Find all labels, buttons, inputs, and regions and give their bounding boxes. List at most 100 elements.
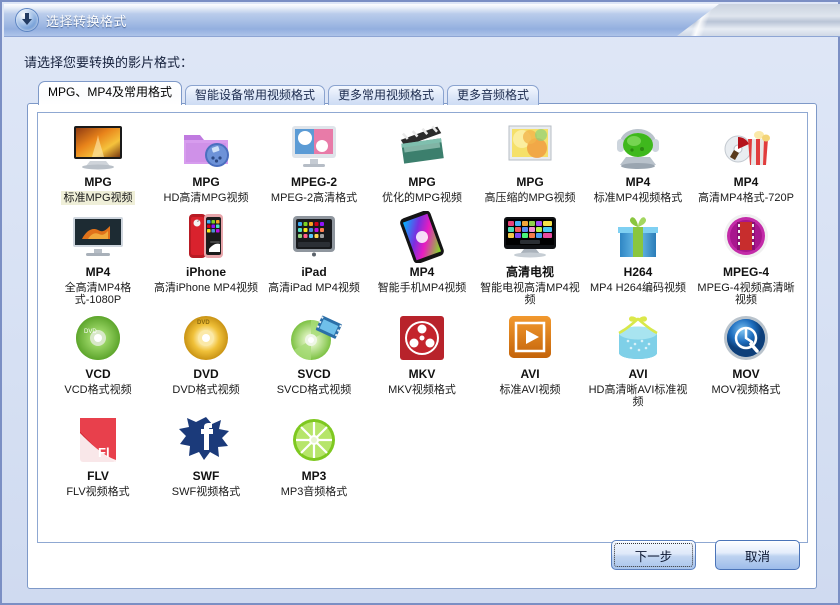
format-item[interactable]: DVD VCD VCD格式视频 — [44, 313, 152, 409]
format-item[interactable]: Fl FLV FLV视频格式 — [44, 415, 152, 499]
format-code: MP4 — [85, 265, 111, 279]
format-item[interactable]: MPEG-2 MPEG-2高清格式 — [260, 121, 368, 205]
format-code: iPhone — [185, 265, 226, 279]
format-description: HD高清晰AVI标准视频 — [588, 384, 688, 408]
format-code: MPG — [192, 175, 220, 189]
format-description: DVD格式视频 — [172, 384, 240, 396]
gold-disc-icon: DVD — [176, 313, 236, 365]
format-description: MKV视频格式 — [388, 384, 456, 396]
format-code: VCD — [85, 367, 111, 381]
format-description: 智能手机MP4视频 — [377, 282, 467, 294]
dialog-window: 选择转换格式 请选择您要转换的影片格式： MPG、MP4及常用格式 智能设备常用视… — [0, 0, 840, 605]
format-code: AVI — [520, 367, 540, 381]
format-code: DVD — [193, 367, 219, 381]
window-title: 选择转换格式 — [46, 14, 128, 29]
format-description: FLV视频格式 — [66, 486, 130, 498]
format-code: FLV — [87, 469, 109, 483]
format-description: 高清iPhone MP4视频 — [154, 282, 258, 294]
clapperboard-icon — [392, 121, 452, 173]
format-description: 标准AVI视频 — [499, 384, 561, 396]
format-description: MOV视频格式 — [711, 384, 781, 396]
format-item[interactable]: MKV MKV视频格式 — [368, 313, 476, 409]
film-circle-icon — [716, 211, 776, 263]
format-description: HD高清MPG视频 — [163, 192, 249, 204]
tab-2[interactable]: 智能设备常用视频格式 — [185, 85, 326, 105]
format-description: SWF视频格式 — [171, 486, 241, 498]
format-item[interactable]: H264 MP4 H264编码视频 — [584, 211, 692, 307]
format-item[interactable]: MP4 标准MP4视频格式 — [584, 121, 692, 205]
smart-tv-icon — [500, 211, 560, 263]
format-description: 标准MPG视频 — [61, 191, 135, 205]
format-code: MP4 — [733, 175, 759, 189]
format-item[interactable]: MP3 MP3音频格式 — [260, 415, 368, 499]
format-item[interactable]: MP4 高清MP4格式-720P — [692, 121, 800, 205]
format-description: VCD格式视频 — [64, 384, 132, 396]
format-item[interactable]: MPEG-4 MPEG-4视频高清晰视频 — [692, 211, 800, 307]
flash-splat-icon — [176, 415, 236, 467]
format-scroll-area[interactable]: MPG 标准MPG视频 MPG HD高清MPG视频 MPEG-2 MPEG-2高清格式 MP… — [37, 112, 808, 543]
green-headphone-icon — [608, 121, 668, 173]
tab-strip: MPG、MP4及常用格式 智能设备常用视频格式 更多常用视频格式 更多音频格式 — [38, 81, 540, 105]
format-description: 标准MP4视频格式 — [593, 192, 683, 204]
format-item[interactable]: MPG 高压缩的MPG视频 — [476, 121, 584, 205]
format-item[interactable]: iPad 高清iPad MP4视频 — [260, 211, 368, 307]
flash-fl-icon: Fl — [68, 415, 128, 467]
format-code: MP4 — [409, 265, 435, 279]
popcorn-disc-icon — [716, 121, 776, 173]
format-code: MPEG-4 — [722, 265, 769, 279]
format-code: SWF — [192, 469, 220, 483]
format-item[interactable]: MPG 标准MPG视频 — [44, 121, 152, 205]
format-item[interactable]: iPhone 高清iPhone MP4视频 — [152, 211, 260, 307]
format-item[interactable]: MP4 全高清MP4格式-1080P — [44, 211, 152, 307]
gift-box-green-icon — [608, 211, 668, 263]
format-description: 优化的MPG视频 — [381, 192, 463, 204]
ipad-icon — [284, 211, 344, 263]
format-code: 高清电视 — [505, 265, 554, 279]
gift-box-blue-icon — [608, 313, 668, 365]
format-panel: MPG 标准MPG视频 MPG HD高清MPG视频 MPEG-2 MPEG-2高清格式 MP… — [27, 103, 817, 589]
format-description: 高清MP4格式-720P — [698, 192, 794, 204]
format-item[interactable]: SWF SWF视频格式 — [152, 415, 260, 499]
format-item[interactable]: MOV MOV视频格式 — [692, 313, 800, 409]
svg-text:DVD: DVD — [84, 329, 97, 335]
format-item[interactable]: DVD DVD DVD格式视频 — [152, 313, 260, 409]
widescreen-tv-icon — [68, 211, 128, 263]
svg-text:Fl: Fl — [98, 445, 110, 460]
format-item[interactable]: MP4 智能手机MP4视频 — [368, 210, 476, 307]
next-button-label: 下一步 — [634, 549, 673, 564]
format-code: AVI — [628, 367, 648, 381]
purple-folder-icon — [176, 121, 236, 173]
iphone-red-icon — [176, 211, 236, 263]
title-bar: 选择转换格式 — [4, 4, 840, 37]
format-description: MP4 H264编码视频 — [590, 282, 686, 294]
tab-1[interactable]: MPG、MP4及常用格式 — [38, 81, 183, 105]
orange-play-icon — [500, 313, 560, 365]
tab-3[interactable]: 更多常用视频格式 — [328, 85, 445, 105]
format-item[interactable]: AVI 标准AVI视频 — [476, 313, 584, 409]
green-disc-icon: DVD — [68, 313, 128, 365]
format-item[interactable]: SVCD SVCD格式视频 — [260, 313, 368, 409]
format-description: 高压缩的MPG视频 — [484, 192, 576, 204]
format-code: MKV — [408, 367, 436, 381]
format-code: MPG — [516, 175, 544, 189]
format-item[interactable]: MPG 优化的MPG视频 — [368, 121, 476, 205]
format-code: MPG — [84, 175, 112, 189]
next-button[interactable]: 下一步 — [611, 540, 696, 570]
format-item[interactable]: 高清电视智能电视高清MP4视频 — [476, 211, 584, 307]
monitor-dots-icon — [284, 121, 344, 173]
format-code: SVCD — [297, 367, 331, 381]
quicktime-icon — [716, 313, 776, 365]
cancel-button[interactable]: 取消 — [715, 540, 800, 570]
prompt-label: 请选择您要转换的影片格式： — [24, 55, 194, 70]
tab-4[interactable]: 更多音频格式 — [447, 85, 540, 105]
format-grid: MPG 标准MPG视频 MPG HD高清MPG视频 MPEG-2 MPEG-2高清格式 MP… — [38, 113, 807, 503]
format-item[interactable]: AVI HD高清晰AVI标准视频 — [584, 313, 692, 409]
format-code: H264 — [623, 265, 653, 279]
format-description: 智能电视高清MP4视频 — [480, 282, 580, 306]
format-description: 全高清MP4格式-1080P — [64, 282, 132, 306]
format-description: SVCD格式视频 — [276, 384, 352, 396]
format-item[interactable]: MPG HD高清MPG视频 — [152, 121, 260, 205]
format-code: MP3 — [301, 469, 327, 483]
format-description: MPEG-4视频高清晰视频 — [697, 282, 795, 306]
cancel-button-label: 取消 — [744, 549, 770, 564]
